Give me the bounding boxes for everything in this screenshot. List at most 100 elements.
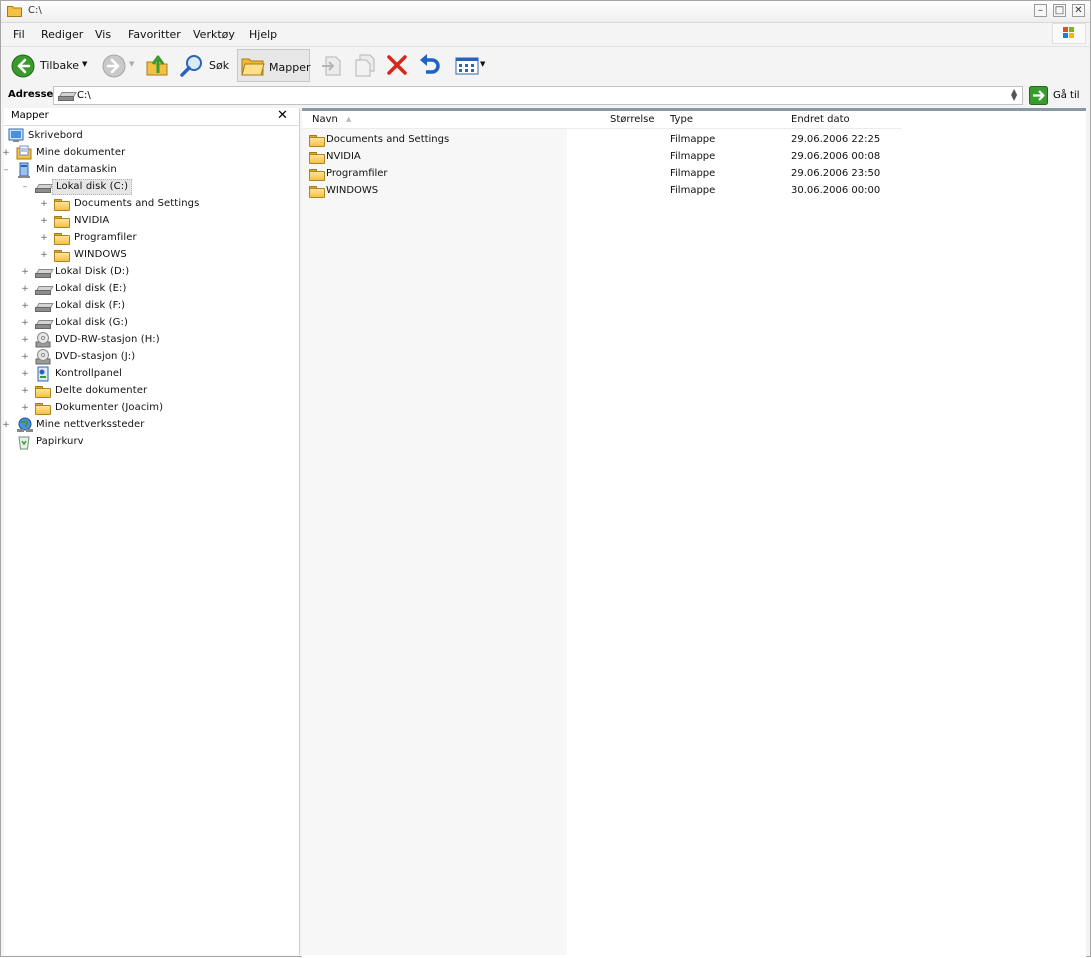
tree-item[interactable]: Papirkurv — [4, 434, 299, 451]
tree-item[interactable]: – Min datamaskin — [4, 162, 299, 179]
expand-icon[interactable]: + — [21, 302, 29, 311]
close-button[interactable]: ✕ — [1072, 4, 1085, 17]
expand-icon[interactable]: + — [21, 268, 29, 277]
search-button[interactable]: Søk — [179, 53, 231, 79]
drive-icon — [35, 286, 54, 295]
go-button[interactable]: Gå til — [1029, 86, 1085, 106]
tree-item[interactable]: + Delte dokumenter — [4, 383, 299, 400]
explorer-window: C:\ – □ ✕ Fil Rediger Vis Favoritter Ver… — [0, 0, 1091, 958]
back-button[interactable]: Tilbake ▼ — [10, 53, 92, 79]
tree-item-label: Min datamaskin — [36, 164, 117, 175]
forward-button[interactable]: ▼ — [101, 53, 137, 79]
drive-icon — [58, 92, 77, 101]
menu-vis[interactable]: Vis — [95, 28, 111, 41]
desktop-icon — [8, 128, 24, 142]
tree-item-label: NVIDIA — [74, 215, 110, 226]
window-title: C:\ — [28, 5, 42, 16]
tree-item[interactable]: – Lokal disk (C:) — [4, 179, 299, 196]
file-list-pane: Navn ▲ Størrelse Type Endret dato Docume… — [302, 108, 1086, 958]
expand-icon[interactable]: + — [40, 200, 48, 209]
tree-item[interactable]: + Mine dokumenter — [2, 145, 299, 162]
tree-item[interactable]: + WINDOWS — [4, 247, 299, 264]
menu-verktoy[interactable]: Verktøy — [193, 28, 235, 41]
tree-item[interactable]: + Programfiler — [4, 230, 299, 247]
folder-up-icon[interactable] — [145, 53, 169, 80]
copy-to-icon[interactable] — [352, 53, 378, 80]
column-header-modified[interactable]: Endret dato — [791, 114, 850, 125]
file-row[interactable]: Programfiler Filmappe 29.06.2006 23:50 — [302, 166, 902, 183]
search-icon — [179, 53, 205, 82]
expand-icon[interactable]: + — [21, 370, 29, 379]
control-panel-icon — [35, 366, 49, 382]
folder-icon — [54, 216, 70, 228]
column-header-size[interactable]: Størrelse — [610, 114, 655, 125]
file-type: Filmappe — [670, 151, 716, 162]
folder-pane-header: Mapper ✕ — [4, 108, 299, 126]
tree-item-label: Lokal disk (G:) — [55, 317, 128, 328]
expand-icon[interactable]: + — [21, 285, 29, 294]
back-arrow-icon — [11, 54, 35, 81]
column-header-type[interactable]: Type — [670, 114, 693, 125]
menu-fil[interactable]: Fil — [13, 28, 25, 41]
chevron-down-icon[interactable]: ▼ — [129, 60, 134, 68]
collapse-icon[interactable]: – — [21, 183, 29, 192]
tree-item-label: DVD-stasjon (J:) — [55, 351, 136, 362]
dropdown-arrow-icon[interactable]: ▲ ▼ — [1011, 88, 1017, 102]
tree-item[interactable]: + DVD-RW-stasjon (H:) — [4, 332, 299, 349]
chevron-down-icon[interactable]: ▼ — [480, 60, 485, 68]
tree-item[interactable]: + Lokal Disk (D:) — [4, 264, 299, 281]
chevron-down-icon[interactable]: ▼ — [82, 60, 87, 68]
address-input[interactable]: C:\ ▲ ▼ — [53, 86, 1023, 105]
tree-item-label: Documents and Settings — [74, 198, 200, 209]
delete-icon[interactable] — [386, 54, 408, 79]
tree-item[interactable]: + DVD-stasjon (J:) — [4, 349, 299, 366]
drive-icon — [35, 269, 54, 278]
expand-icon[interactable]: + — [21, 387, 29, 396]
expand-icon[interactable]: + — [21, 336, 29, 345]
expand-icon[interactable]: + — [40, 217, 48, 226]
tree-item[interactable]: + Lokal disk (G:) — [4, 315, 299, 332]
tree-item-label: Dokumenter (Joacim) — [55, 402, 164, 413]
expand-icon[interactable]: + — [2, 149, 10, 158]
expand-icon[interactable]: + — [40, 251, 48, 260]
expand-icon[interactable]: + — [21, 353, 29, 362]
folders-label: Mapper — [269, 61, 311, 74]
views-icon — [455, 57, 479, 78]
collapse-icon[interactable]: – — [2, 166, 10, 175]
folder-icon — [309, 169, 325, 181]
dvd-icon — [35, 332, 51, 348]
menu-favoritter[interactable]: Favoritter — [128, 28, 181, 41]
folder-pane-title: Mapper — [11, 110, 49, 121]
folder-icon — [309, 186, 325, 198]
file-name: NVIDIA — [326, 151, 361, 162]
file-row[interactable]: NVIDIA Filmappe 29.06.2006 00:08 — [302, 149, 902, 166]
views-button[interactable]: ▼ — [454, 55, 489, 77]
column-header-name[interactable]: Navn — [312, 114, 338, 125]
file-row[interactable]: WINDOWS Filmappe 30.06.2006 00:00 — [302, 183, 902, 200]
folders-button[interactable]: Mapper — [237, 49, 311, 82]
tree-item[interactable]: + Dokumenter (Joacim) — [4, 400, 299, 417]
expand-icon[interactable]: + — [21, 404, 29, 413]
maximize-button[interactable]: □ — [1053, 4, 1066, 17]
sort-ascending-icon: ▲ — [346, 115, 352, 123]
tree-item[interactable]: + Documents and Settings — [4, 196, 299, 213]
expand-icon[interactable]: + — [2, 421, 10, 430]
move-to-icon[interactable] — [320, 53, 346, 80]
folder-icon — [54, 250, 70, 262]
menu-rediger[interactable]: Rediger — [41, 28, 83, 41]
expand-icon[interactable]: + — [21, 319, 29, 328]
menu-hjelp[interactable]: Hjelp — [249, 28, 277, 41]
tree-item-label: Programfiler — [74, 232, 137, 243]
expand-icon[interactable]: + — [40, 234, 48, 243]
tree-item[interactable]: Skrivebord — [4, 128, 299, 145]
tree-item[interactable]: + NVIDIA — [4, 213, 299, 230]
close-icon[interactable]: ✕ — [277, 108, 288, 123]
minimize-button[interactable]: – — [1034, 4, 1047, 17]
tree-item[interactable]: + Mine nettverkssteder — [2, 417, 299, 434]
tree-item[interactable]: + Kontrollpanel — [4, 366, 299, 383]
address-label: Adresse — [8, 89, 54, 100]
tree-item[interactable]: + Lokal disk (F:) — [4, 298, 299, 315]
tree-item[interactable]: + Lokal disk (E:) — [4, 281, 299, 298]
undo-icon[interactable] — [417, 53, 441, 80]
file-row[interactable]: Documents and Settings Filmappe 29.06.2006… — [302, 132, 902, 149]
